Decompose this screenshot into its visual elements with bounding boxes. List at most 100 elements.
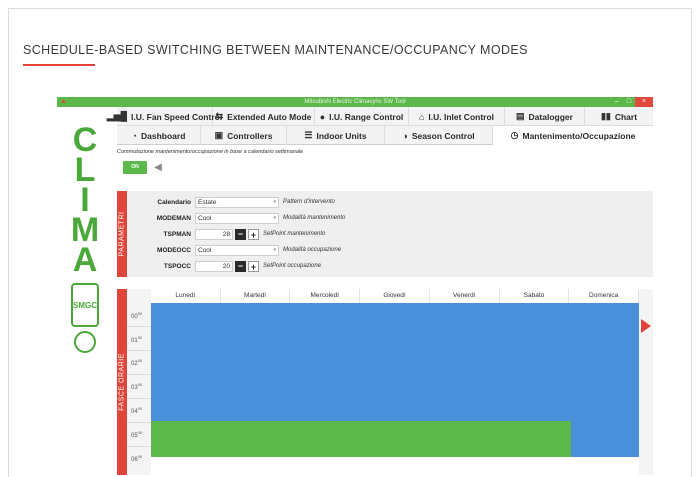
tab-row-top: ▂▅█ I.U. Fan Speed Control ⇆ Extended Au… xyxy=(107,107,653,126)
hour-suffix: 00 xyxy=(137,406,143,411)
param-hint: Pattern d'intervento xyxy=(283,199,335,205)
hour-value: 03 xyxy=(131,385,138,391)
tab-season-control[interactable]: ◑ Season Control xyxy=(385,126,493,145)
page-heading: SCHEDULE-BASED SWITCHING BETWEEN MAINTEN… xyxy=(23,43,528,57)
param-calendario: Calendario Estate ▾ Pattern d'intervento xyxy=(149,195,335,209)
hour-value: 00 xyxy=(131,314,138,320)
tab-extended-auto[interactable]: ⇆ Extended Auto Mode xyxy=(213,107,315,126)
chevron-down-icon: ▾ xyxy=(273,246,276,253)
half-circle-icon: ◑ xyxy=(402,130,408,141)
chart-icon: ▮▮ xyxy=(600,111,611,121)
hour-label: 0200 xyxy=(131,358,142,367)
day-label: Sabato xyxy=(500,289,570,303)
param-label: TSPOCC xyxy=(163,262,191,270)
hour-label: 0000 xyxy=(131,311,142,320)
app-window: ▲ Mitsubishi Electric Climasync SW Tool … xyxy=(57,97,653,475)
tspocc-decrement-button[interactable]: − xyxy=(235,260,246,272)
calendario-select[interactable]: Estate ▾ xyxy=(195,196,279,208)
modeman-select[interactable]: Cool ▾ xyxy=(195,212,279,224)
close-button[interactable]: × xyxy=(635,97,653,107)
param-tspman: TSPMAN 28 − + SetPoint mantenimento xyxy=(149,227,325,241)
schedule-section-label: FASCE ORARIE xyxy=(118,353,126,411)
day-label: Martedì xyxy=(221,289,291,303)
param-label: MODEMAN xyxy=(156,214,191,222)
hour-label: 0400 xyxy=(131,406,142,415)
tab-dashboard[interactable]: ◔ Dashboard xyxy=(117,126,201,145)
tab-label: I.U. Inlet Control xyxy=(428,111,495,122)
minimize-button[interactable]: – xyxy=(611,97,623,107)
maintenance-block[interactable] xyxy=(151,303,639,421)
maintenance-block[interactable] xyxy=(571,421,639,457)
hour-divider xyxy=(127,446,151,447)
hour-divider xyxy=(127,374,151,375)
occupancy-block[interactable] xyxy=(151,421,571,457)
param-label: TSPMAN xyxy=(163,230,191,238)
tab-label: Dashboard xyxy=(141,130,186,141)
schedule-grid[interactable] xyxy=(151,303,639,475)
day-label: Mercoledì xyxy=(290,289,361,303)
param-modeman: MODEMAN Cool ▾ Modalità mantenimento xyxy=(149,211,345,225)
scroll-marker-icon[interactable] xyxy=(641,319,651,333)
hour-value: 01 xyxy=(131,338,138,344)
hour-suffix: 00 xyxy=(137,311,143,316)
window-title: Mitsubishi Electric Climasync SW Tool xyxy=(304,99,406,105)
param-hint: SetPoint mantenimento xyxy=(263,231,326,237)
select-value: Cool xyxy=(198,246,212,254)
schedule-section-bar: FASCE ORARIE xyxy=(117,289,127,475)
day-label: Venerdì xyxy=(430,289,500,303)
tab-label: Chart xyxy=(614,111,638,122)
tab-chart[interactable]: ▮▮ Chart xyxy=(585,107,653,126)
logo-badge: SMGC xyxy=(71,283,99,327)
enable-toggle[interactable]: ON xyxy=(123,161,147,174)
document-icon: ▤ xyxy=(516,111,525,121)
modeocc-select[interactable]: Cool ▾ xyxy=(195,244,279,256)
hour-divider xyxy=(127,398,151,399)
tab-label: Extended Auto Mode xyxy=(227,111,312,122)
hour-divider xyxy=(127,422,151,423)
hour-label: 0500 xyxy=(131,430,142,439)
param-hint: Modalità mantenimento xyxy=(283,215,346,221)
hour-suffix: 00 xyxy=(137,382,143,387)
tspocc-input[interactable]: 20 xyxy=(195,260,233,272)
hour-label: 0600 xyxy=(131,454,142,463)
home-icon: ⌂ xyxy=(418,111,425,122)
tab-range-control[interactable]: ● I.U. Range Control xyxy=(315,107,409,126)
hour-value: 04 xyxy=(131,409,138,415)
arrows-icon: ⇆ xyxy=(215,111,224,121)
globe-icon xyxy=(74,331,96,353)
param-label: Calendario xyxy=(157,198,191,206)
day-label: Domenica xyxy=(569,289,640,303)
param-hint: SetPoint occupazione xyxy=(263,263,322,269)
brand-logo: C L I M A SMGC xyxy=(57,107,111,353)
gauge-icon: ◔ xyxy=(131,130,138,141)
content-card: SCHEDULE-BASED SWITCHING BETWEEN MAINTEN… xyxy=(8,8,692,477)
tspman-increment-button[interactable]: + xyxy=(248,228,259,240)
tab-fan-speed[interactable]: ▂▅█ I.U. Fan Speed Control xyxy=(107,107,222,126)
param-modeocc: MODEOCC Cool ▾ Modalità occupazione xyxy=(149,243,341,257)
window-titlebar: ▲ Mitsubishi Electric Climasync SW Tool … xyxy=(57,97,653,107)
back-arrow-icon[interactable]: ◀ xyxy=(151,161,165,174)
tab-datalogger[interactable]: ▤ Datalogger xyxy=(505,107,585,126)
controller-icon: ▣ xyxy=(214,130,224,140)
params-section-label: PARAMETRI xyxy=(118,211,126,257)
hour-suffix: 00 xyxy=(137,335,143,340)
tab-controllers[interactable]: ▣ Controllers xyxy=(201,126,287,145)
window-controls: – □ × xyxy=(611,97,653,107)
maximize-button[interactable]: □ xyxy=(623,97,635,107)
app-icon: ▲ xyxy=(60,98,67,105)
tab-label: Datalogger xyxy=(528,111,573,122)
hour-suffix: 00 xyxy=(137,454,143,459)
hour-value: 06 xyxy=(131,457,138,463)
tab-maintenance-occupancy[interactable]: ◷ Mantenimento/Occupazione xyxy=(493,126,653,145)
tab-indoor-units[interactable]: ☰ Indoor Units xyxy=(287,126,385,145)
tab-label: Controllers xyxy=(227,130,273,141)
param-label: MODEOCC xyxy=(157,246,191,254)
tspman-decrement-button[interactable]: − xyxy=(235,228,246,240)
chevron-down-icon: ▾ xyxy=(273,198,276,205)
tab-inlet-control[interactable]: ⌂ I.U. Inlet Control xyxy=(409,107,505,126)
tspman-input[interactable]: 28 xyxy=(195,228,233,240)
params-panel: Calendario Estate ▾ Pattern d'intervento … xyxy=(127,191,653,277)
tspocc-increment-button[interactable]: + xyxy=(248,260,259,272)
chevron-down-icon: ▾ xyxy=(273,214,276,221)
day-header: Lunedì Martedì Mercoledì Giovedì Venerdì… xyxy=(151,289,640,303)
